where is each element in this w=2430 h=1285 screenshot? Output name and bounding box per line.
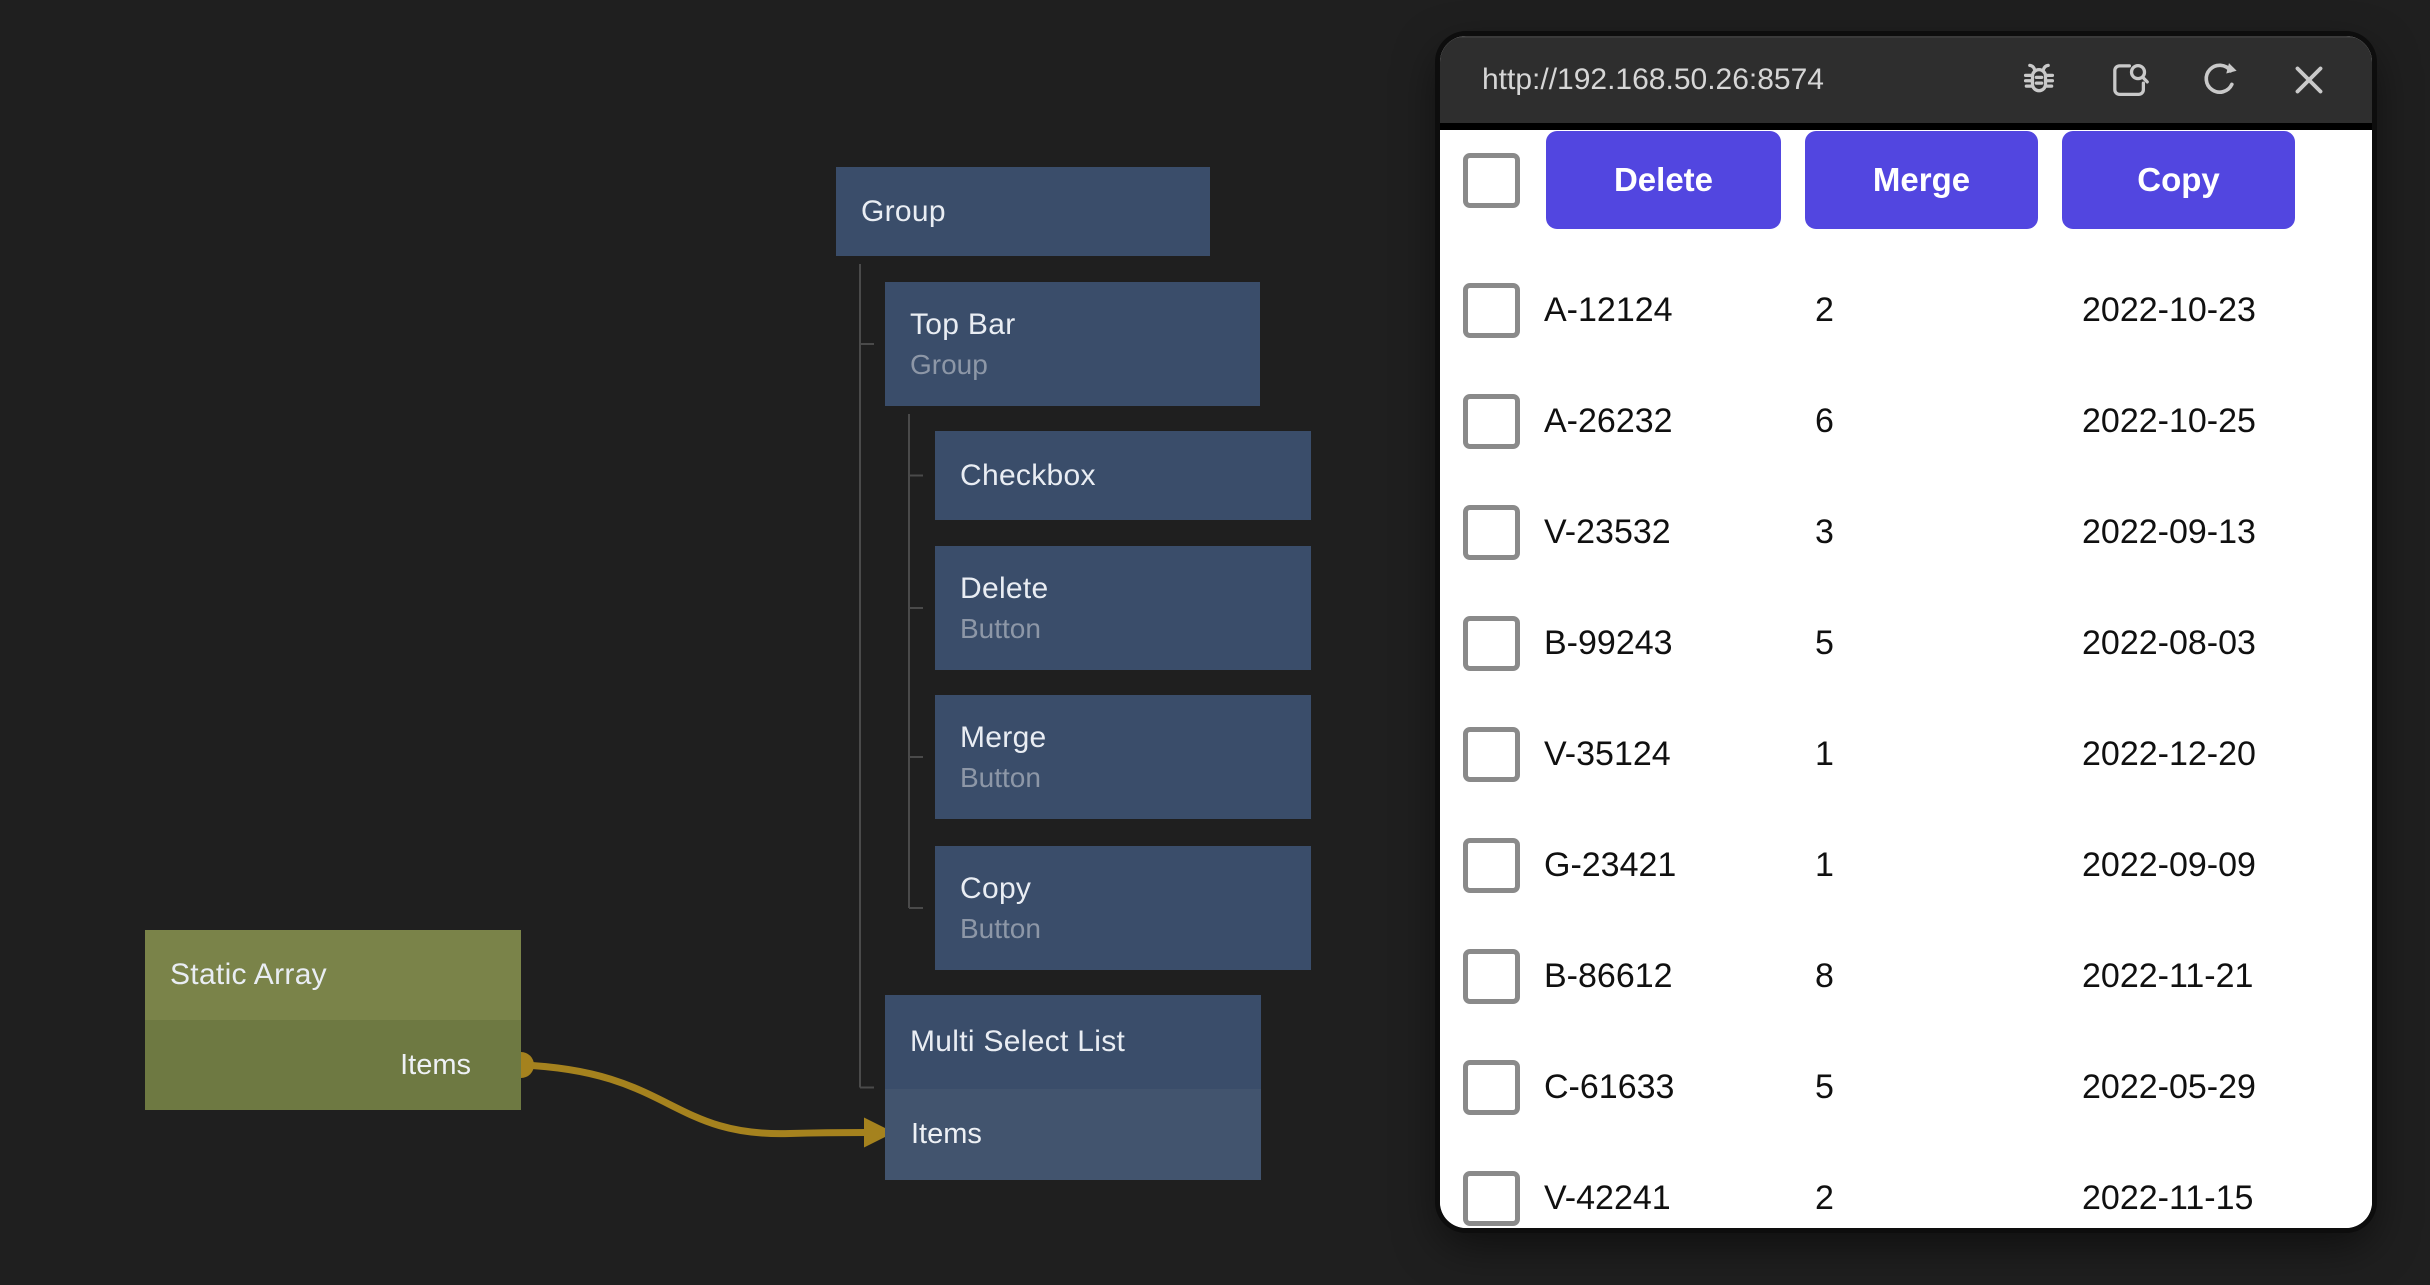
list-item: V-4224122022-11-15 xyxy=(1440,1143,2372,1228)
item-qty: 5 xyxy=(1815,624,2082,663)
item-qty: 2 xyxy=(1815,291,2082,330)
node-delete[interactable]: Delete Button xyxy=(935,546,1311,670)
copy-button[interactable]: Copy xyxy=(2062,131,2295,229)
item-date: 2022-09-09 xyxy=(2082,846,2256,885)
preview-titlebar[interactable]: http://192.168.50.26:8574 xyxy=(1440,36,2372,130)
item-qty: 6 xyxy=(1815,402,2082,441)
toolbar-row: DeleteMergeCopy xyxy=(1440,131,2372,229)
port-items[interactable]: Items xyxy=(145,1020,521,1110)
port-items[interactable]: Items xyxy=(885,1089,1261,1180)
list-item: B-9924352022-08-03 xyxy=(1440,588,2372,699)
node-static-array[interactable]: Static Array Items xyxy=(145,930,521,1110)
node-title: Checkbox xyxy=(935,431,1311,520)
item-id: A-26232 xyxy=(1544,402,1815,441)
node-merge[interactable]: Merge Button xyxy=(935,695,1311,819)
list-item: V-3512412022-12-20 xyxy=(1440,699,2372,810)
item-qty: 1 xyxy=(1815,735,2082,774)
list-item: B-8661282022-11-21 xyxy=(1440,921,2372,1032)
node-title-label: Merge xyxy=(960,721,1311,755)
preview-window: http://192.168.50.26:8574 xyxy=(1440,36,2372,1228)
row-checkbox[interactable] xyxy=(1463,727,1520,782)
item-id: A-12124 xyxy=(1544,291,1815,330)
item-date: 2022-09-13 xyxy=(2082,513,2256,552)
refresh-icon[interactable] xyxy=(2196,57,2242,103)
item-qty: 2 xyxy=(1815,1179,2082,1218)
delete-button[interactable]: Delete xyxy=(1546,131,1781,229)
row-checkbox[interactable] xyxy=(1463,838,1520,893)
item-id: B-99243 xyxy=(1544,624,1815,663)
item-qty: 8 xyxy=(1815,957,2082,996)
item-id: V-23532 xyxy=(1544,513,1815,552)
node-title-label: Multi Select List xyxy=(910,1025,1261,1059)
item-date: 2022-11-21 xyxy=(2082,957,2253,996)
node-editor-canvas[interactable]: GroupTop BarGroupCheckboxDeleteButtonMer… xyxy=(0,0,2430,1285)
item-id: C-61633 xyxy=(1544,1068,1815,1107)
inspect-icon[interactable] xyxy=(2106,57,2152,103)
list-item: A-2623262022-10-25 xyxy=(1440,366,2372,477)
item-id: B-86612 xyxy=(1544,957,1815,996)
item-qty: 3 xyxy=(1815,513,2082,552)
url-text: http://192.168.50.26:8574 xyxy=(1482,63,2016,97)
node-subtitle-label: Button xyxy=(960,762,1311,794)
list-item: A-1212422022-10-23 xyxy=(1440,255,2372,366)
port-label: Items xyxy=(911,1118,982,1151)
node-title-label: Checkbox xyxy=(960,459,1311,493)
node-top-bar[interactable]: Top Bar Group xyxy=(885,282,1260,406)
node-group[interactable]: Group xyxy=(836,167,1210,256)
item-date: 2022-12-20 xyxy=(2082,735,2256,774)
node-title: Merge Button xyxy=(935,695,1311,819)
node-title-label: Delete xyxy=(960,572,1311,606)
node-title: Copy Button xyxy=(935,846,1311,970)
row-checkbox[interactable] xyxy=(1463,949,1520,1004)
node-subtitle-label: Button xyxy=(960,913,1311,945)
node-subtitle-label: Button xyxy=(960,613,1311,645)
node-title: Top Bar Group xyxy=(885,282,1260,406)
node-title-label: Top Bar xyxy=(910,308,1260,342)
node-title-label: Copy xyxy=(960,872,1311,906)
node-title: Static Array xyxy=(145,930,521,1020)
item-date: 2022-10-23 xyxy=(2082,291,2256,330)
node-checkbox[interactable]: Checkbox xyxy=(935,431,1311,520)
node-title: Multi Select List xyxy=(885,995,1261,1089)
connection-edge xyxy=(521,1065,867,1134)
item-id: V-42241 xyxy=(1544,1179,1815,1218)
item-qty: 5 xyxy=(1815,1068,2082,1107)
item-id: V-35124 xyxy=(1544,735,1815,774)
node-multi-select-list[interactable]: Multi Select List Items xyxy=(885,995,1261,1180)
list-item: V-2353232022-09-13 xyxy=(1440,477,2372,588)
row-checkbox[interactable] xyxy=(1463,394,1520,449)
item-list: A-1212422022-10-23A-2623262022-10-25V-23… xyxy=(1440,255,2372,1228)
close-icon[interactable] xyxy=(2286,57,2332,103)
row-checkbox[interactable] xyxy=(1463,283,1520,338)
item-qty: 1 xyxy=(1815,846,2082,885)
item-date: 2022-08-03 xyxy=(2082,624,2256,663)
row-checkbox[interactable] xyxy=(1463,1060,1520,1115)
merge-button[interactable]: Merge xyxy=(1805,131,2038,229)
select-all-checkbox[interactable] xyxy=(1463,153,1520,208)
node-copy[interactable]: Copy Button xyxy=(935,846,1311,970)
node-title: Delete Button xyxy=(935,546,1311,670)
list-item: G-2342112022-09-09 xyxy=(1440,810,2372,921)
node-subtitle-label: Group xyxy=(910,349,1260,381)
titlebar-icons xyxy=(2016,57,2332,103)
preview-content: DeleteMergeCopy A-1212422022-10-23A-2623… xyxy=(1440,130,2372,1228)
item-id: G-23421 xyxy=(1544,846,1815,885)
item-date: 2022-05-29 xyxy=(2082,1068,2256,1107)
node-title-label: Group xyxy=(861,195,1210,229)
list-item: C-6163352022-05-29 xyxy=(1440,1032,2372,1143)
port-label: Items xyxy=(400,1049,471,1082)
row-checkbox[interactable] xyxy=(1463,616,1520,671)
debug-icon[interactable] xyxy=(2016,57,2062,103)
row-checkbox[interactable] xyxy=(1463,1171,1520,1226)
item-date: 2022-10-25 xyxy=(2082,402,2256,441)
node-title: Group xyxy=(836,167,1210,256)
node-title-label: Static Array xyxy=(170,958,521,992)
item-date: 2022-11-15 xyxy=(2082,1179,2253,1218)
row-checkbox[interactable] xyxy=(1463,505,1520,560)
